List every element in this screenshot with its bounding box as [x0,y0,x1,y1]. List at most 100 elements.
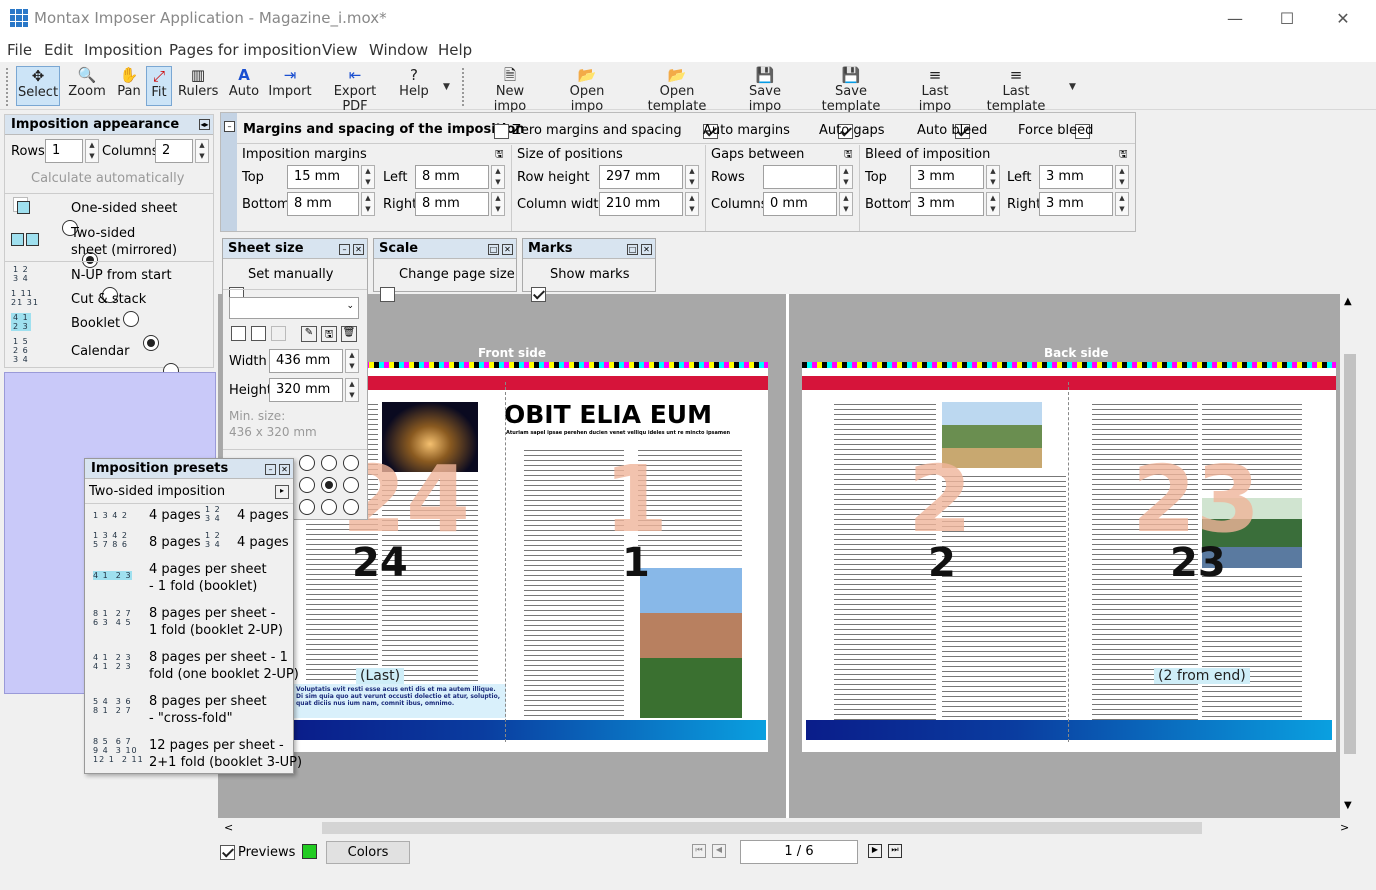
save-template-button[interactable]: 💾 Save template [808,66,894,114]
auto-button[interactable]: A Auto [228,66,260,106]
toolbar-overflow-icon[interactable]: ▼ [443,82,450,92]
menu-edit[interactable]: Edit [44,41,73,59]
bleed-right-spinner[interactable]: ▲ ▼ [1115,192,1129,216]
maximize-button[interactable]: ☐ [1264,6,1310,32]
preset-4-pages-a[interactable]: 4 pages [149,508,201,523]
pan-tool-button[interactable]: ✋ Pan [114,66,144,106]
export-pdf-button[interactable]: ⇤ Export PDF [322,66,388,114]
save-icon[interactable]: 🖫 [321,326,337,342]
margin-top-input[interactable]: 15 mm [287,165,359,189]
gap-columns-input[interactable]: 0 mm [763,192,837,216]
margin-left-input[interactable]: 8 mm [415,165,489,189]
bleed-top-input[interactable]: 3 mm [910,165,984,189]
vertical-scroll-thumb[interactable] [1344,354,1356,754]
marks-close-icon[interactable]: ✕ [641,244,652,255]
margin-right-spinner[interactable]: ▲ ▼ [491,192,505,216]
anchor-grid[interactable] [299,455,359,515]
last-page-icon[interactable]: ⏭ [888,844,902,858]
scroll-right-icon[interactable]: > [1340,821,1349,834]
preset-booklet-3up[interactable]: 12 pages per sheet - 2+1 fold (booklet 3… [149,737,302,771]
preset-8-pages[interactable]: 8 pages [149,535,201,550]
sheet-size-minimize-icon[interactable]: – [339,244,350,255]
panel-pin-icon[interactable]: ◂▸ [199,119,210,130]
gaps-save-icon[interactable]: 🖫 [844,147,853,164]
presets-minimize-icon[interactable]: – [265,464,276,475]
sheet-width-spinner[interactable]: ▲ ▼ [345,349,359,373]
next-page-icon[interactable]: ▶ [868,844,882,858]
margin-bottom-input[interactable]: 8 mm [287,192,359,216]
preset-one-booklet-2up[interactable]: 8 pages per sheet - 1 fold (one booklet … [149,649,299,683]
delete-icon[interactable]: 🗑 [341,326,357,342]
margin-bottom-spinner[interactable]: ▲ ▼ [361,192,375,216]
margins-minimize-icon[interactable]: – [224,121,235,132]
menu-window[interactable]: Window [369,41,428,59]
menu-imposition[interactable]: Imposition [84,41,162,59]
menu-view[interactable]: View [322,41,358,59]
booklet-radio[interactable] [142,335,159,351]
back-sheet[interactable]: 2 2 23 23 (2 from end) [802,362,1336,752]
horizontal-scroll-thumb[interactable] [322,822,1202,834]
marks-restore-icon[interactable]: □ [627,244,638,255]
bleed-left-spinner[interactable]: ▲ ▼ [1115,165,1129,189]
gap-columns-spinner[interactable]: ▲ ▼ [839,192,853,216]
margin-right-input[interactable]: 8 mm [415,192,489,216]
menu-pages-for-imposition[interactable]: Pages for imposition [169,41,321,59]
sheet-size-close-icon[interactable]: ✕ [353,244,364,255]
last-impo-button[interactable]: ≡ Last impo [904,66,966,114]
first-page-icon[interactable]: ⏮ [692,844,706,858]
scale-restore-icon[interactable]: □ [488,244,499,255]
show-marks-checkbox[interactable] [531,287,546,302]
change-page-size-checkbox[interactable] [380,287,395,302]
cut-stack-radio[interactable] [122,311,139,327]
rows-input[interactable]: 1 [45,139,83,163]
preset-4-pages-c[interactable]: 4 pages [237,535,289,550]
gap-rows-input[interactable] [763,165,837,189]
new-impo-button[interactable]: 🗎 New impo [478,66,542,114]
sheet-format-select[interactable]: ⌄ [229,297,359,319]
row-height-input[interactable]: 297 mm [599,165,683,189]
previous-page-icon[interactable]: ◀ [712,844,726,858]
previews-checkbox[interactable] [220,845,235,860]
sheet-width-input[interactable]: 436 mm [269,349,343,373]
bleed-bottom-spinner[interactable]: ▲ ▼ [986,192,1000,216]
column-width-spinner[interactable]: ▲ ▼ [685,192,699,216]
presets-dropdown-label[interactable]: Two-sided imposition [89,484,225,499]
vertical-scrollbar[interactable]: ▲ ▼ [1340,294,1358,818]
open-template-button[interactable]: 📂 Open template [632,66,722,114]
bleed-top-spinner[interactable]: ▲ ▼ [986,165,1000,189]
landscape-icon[interactable] [251,326,266,341]
bleed-right-input[interactable]: 3 mm [1039,192,1113,216]
zero-margins-checkbox[interactable] [494,124,509,139]
bleed-left-input[interactable]: 3 mm [1039,165,1113,189]
toolbar-overflow-icon-2[interactable]: ▼ [1069,82,1076,92]
sheet-height-input[interactable]: 320 mm [269,378,343,402]
toolbar-grip-2[interactable] [462,68,466,106]
columns-spinner[interactable]: ▲ ▼ [195,139,209,163]
presets-close-icon[interactable]: ✕ [279,464,290,475]
bleed-save-icon[interactable]: 🖫 [1119,147,1128,164]
minimize-button[interactable]: — [1212,6,1258,32]
column-width-input[interactable]: 210 mm [599,192,683,216]
save-impo-button[interactable]: 💾 Save impo [732,66,798,114]
horizontal-scrollbar[interactable]: < > [218,818,1358,838]
zoom-tool-button[interactable]: 🔍 Zoom [66,66,108,106]
close-button[interactable]: ✕ [1320,6,1366,32]
sheet-height-spinner[interactable]: ▲ ▼ [345,378,359,402]
rulers-button[interactable]: ▥ Rulers [178,66,218,106]
page-indicator[interactable]: 1 / 6 [740,840,858,864]
preview-color-swatch[interactable] [302,844,317,859]
preset-booklet[interactable]: 4 pages per sheet - 1 fold (booklet) [149,561,267,595]
select-tool-button[interactable]: ✥ Select [16,66,60,106]
imposition-canvas[interactable]: Front side Back side OBIT ELIA EUM Aturi… [218,294,1358,818]
margin-left-spinner[interactable]: ▲ ▼ [491,165,505,189]
fit-button[interactable]: ⤢ Fit [146,66,172,106]
menu-file[interactable]: File [7,41,32,59]
open-impo-button[interactable]: 📂 Open impo [552,66,622,114]
presets-expand-icon[interactable]: ▸ [275,485,289,499]
colors-button[interactable]: Colors [326,841,410,864]
toolbar-grip[interactable] [6,68,10,106]
preset-cross-fold[interactable]: 8 pages per sheet - "cross-fold" [149,693,267,727]
rows-spinner[interactable]: ▲ ▼ [85,139,99,163]
last-template-button[interactable]: ≡ Last template [974,66,1058,114]
help-button[interactable]: ? Help [398,66,430,106]
